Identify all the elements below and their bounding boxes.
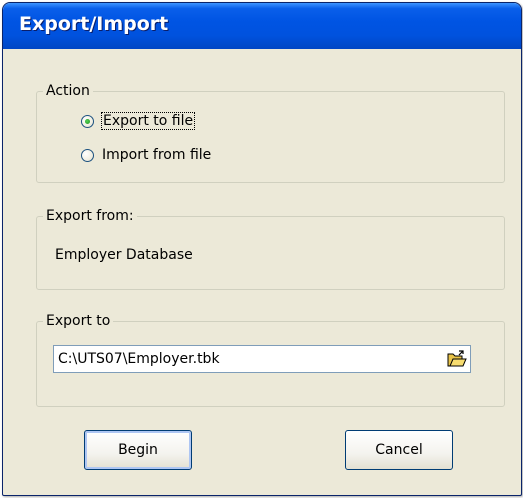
export-from-value: Employer Database <box>55 247 193 263</box>
browse-button[interactable] <box>446 348 468 370</box>
export-to-file-option[interactable]: Export to file <box>81 112 196 130</box>
import-from-file-label[interactable]: Import from file <box>102 147 211 163</box>
export-from-group: Export from: Employer Database <box>36 207 505 290</box>
export-path-input[interactable] <box>58 350 438 368</box>
import-from-file-option[interactable]: Import from file <box>81 147 211 163</box>
export-to-legend: Export to <box>43 312 114 330</box>
export-import-dialog: Export/Import Action Export to file Impo… <box>2 2 522 496</box>
begin-button[interactable]: Begin <box>84 430 192 470</box>
export-to-file-radio[interactable] <box>81 114 94 128</box>
action-group: Action Export to file Import from file <box>36 82 505 183</box>
open-folder-icon <box>447 350 467 367</box>
export-path-field[interactable] <box>53 345 471 373</box>
cancel-button[interactable]: Cancel <box>345 430 453 470</box>
import-from-file-radio[interactable] <box>81 148 94 162</box>
export-from-legend: Export from: <box>43 207 137 225</box>
action-group-legend: Action <box>43 82 93 100</box>
window-title: Export/Import <box>19 13 169 35</box>
export-to-file-label[interactable]: Export to file <box>100 112 196 130</box>
title-bar[interactable]: Export/Import <box>3 3 521 49</box>
